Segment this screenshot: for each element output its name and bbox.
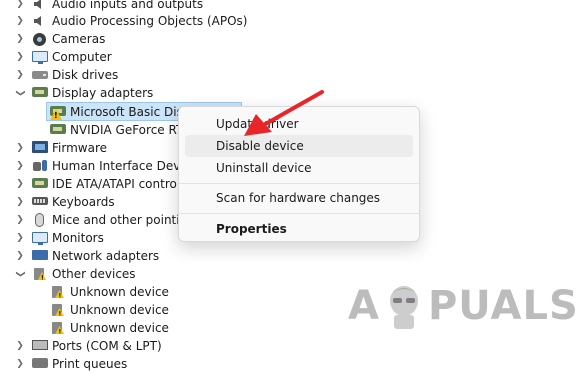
chevron-right-icon[interactable]: ❯ bbox=[14, 51, 26, 63]
watermark-mascot-icon bbox=[382, 281, 426, 331]
speaker-icon bbox=[32, 0, 48, 11]
watermark-text-right: PUALS bbox=[427, 283, 579, 329]
tree-item-display-adapters[interactable]: ❯ Display adapters bbox=[0, 84, 260, 102]
tree-item-label: Audio Processing Objects (APOs) bbox=[52, 14, 248, 28]
chevron-down-icon[interactable]: ❯ bbox=[14, 268, 26, 280]
printer-icon bbox=[32, 358, 48, 368]
tree-item-network-adapters[interactable]: ❯ Network adapters bbox=[0, 247, 260, 265]
tree-item-label: Other devices bbox=[52, 267, 136, 281]
monitor-icon bbox=[32, 51, 48, 64]
other-devices-icon: ! bbox=[32, 267, 48, 282]
warning-device-icon: ! bbox=[50, 321, 66, 336]
chevron-right-icon[interactable]: ❯ bbox=[14, 214, 26, 226]
tree-item-label: Monitors bbox=[52, 231, 104, 245]
chevron-right-icon[interactable]: ❯ bbox=[14, 196, 26, 208]
chevron-right-icon[interactable]: ❯ bbox=[14, 250, 26, 262]
menu-item-uninstall-device[interactable]: Uninstall device bbox=[185, 157, 413, 179]
tree-item-label: Network adapters bbox=[52, 249, 160, 263]
chevron-right-icon[interactable]: ❯ bbox=[14, 160, 26, 172]
tree-item-print-queues[interactable]: ❯ Print queues bbox=[0, 355, 260, 373]
tree-item-unknown-device[interactable]: ! Unknown device bbox=[0, 319, 260, 337]
display-adapter-icon bbox=[32, 87, 48, 97]
svg-text:!: ! bbox=[59, 311, 62, 318]
port-icon bbox=[32, 340, 48, 350]
chevron-right-icon[interactable]: ❯ bbox=[14, 358, 26, 370]
tree-item-label: Disk drives bbox=[52, 68, 119, 82]
svg-text:!: ! bbox=[41, 275, 44, 282]
watermark-text-left: A bbox=[348, 283, 380, 329]
chevron-right-icon[interactable]: ❯ bbox=[14, 0, 26, 10]
chevron-right-icon[interactable]: ❯ bbox=[14, 340, 26, 352]
tree-item-label: Unknown device bbox=[70, 303, 169, 317]
monitor-icon bbox=[32, 232, 48, 245]
warning-device-icon: ! bbox=[50, 285, 66, 300]
chevron-right-icon[interactable]: ❯ bbox=[14, 69, 26, 81]
warning-device-icon: ! bbox=[50, 303, 66, 318]
chevron-right-icon[interactable]: ❯ bbox=[14, 15, 26, 27]
svg-text:!: ! bbox=[59, 329, 62, 336]
mouse-icon bbox=[35, 213, 44, 227]
menu-separator bbox=[179, 213, 419, 214]
menu-separator bbox=[179, 183, 419, 184]
menu-item-disable-device[interactable]: Disable device bbox=[185, 135, 413, 157]
hid-icon bbox=[32, 159, 48, 173]
chevron-right-icon[interactable]: ❯ bbox=[14, 232, 26, 244]
chevron-right-icon[interactable]: ❯ bbox=[14, 178, 26, 190]
svg-text:!: ! bbox=[59, 293, 62, 300]
disk-drive-icon bbox=[32, 71, 48, 79]
context-menu: Update driver Disable device Uninstall d… bbox=[178, 106, 420, 242]
tree-item-label: Cameras bbox=[52, 32, 106, 46]
tree-item-other-devices[interactable]: ❯ ! Other devices bbox=[0, 265, 260, 283]
tree-item-label: Ports (COM & LPT) bbox=[52, 339, 162, 353]
tree-item-label: Keyboards bbox=[52, 195, 115, 209]
tree-item-cameras[interactable]: ❯ Cameras bbox=[0, 30, 260, 48]
tree-item-label: Audio inputs and outputs bbox=[52, 0, 204, 11]
speaker-icon bbox=[32, 14, 48, 28]
chip-icon bbox=[32, 141, 48, 153]
warning-exclamation: ! bbox=[54, 111, 58, 120]
tree-item-ports[interactable]: ❯ Ports (COM & LPT) bbox=[0, 337, 260, 355]
tree-item-apos[interactable]: ❯ Audio Processing Objects (APOs) bbox=[0, 12, 260, 30]
menu-item-scan-hardware[interactable]: Scan for hardware changes bbox=[185, 187, 413, 209]
camera-icon bbox=[33, 33, 46, 46]
tree-item-label: NVIDIA GeForce RTX bbox=[70, 123, 192, 137]
tree-item-label: Display adapters bbox=[52, 86, 154, 100]
tree-item-label: Computer bbox=[52, 50, 112, 64]
tree-item-computer[interactable]: ❯ Computer bbox=[0, 48, 260, 66]
network-icon bbox=[32, 250, 48, 260]
tree-item-unknown-device[interactable]: ! Unknown device bbox=[0, 301, 260, 319]
controller-icon bbox=[32, 178, 48, 188]
chevron-right-icon[interactable]: ❯ bbox=[14, 142, 26, 154]
keyboard-icon bbox=[32, 197, 48, 205]
tree-item-disk-drives[interactable]: ❯ Disk drives bbox=[0, 66, 260, 84]
chevron-right-icon[interactable]: ❯ bbox=[14, 33, 26, 45]
tree-item-label: Unknown device bbox=[70, 285, 169, 299]
tree-item-unknown-device[interactable]: ! Unknown device bbox=[0, 283, 260, 301]
tree-item-label: Unknown device bbox=[70, 321, 169, 335]
watermark-logo: A PUALS bbox=[348, 276, 578, 336]
tree-item-label: Print queues bbox=[52, 357, 128, 371]
menu-item-update-driver[interactable]: Update driver bbox=[185, 113, 413, 135]
tree-item-label: Firmware bbox=[52, 141, 107, 155]
display-adapter-icon bbox=[50, 124, 66, 134]
menu-item-properties[interactable]: Properties bbox=[185, 218, 413, 240]
chevron-down-icon[interactable]: ❯ bbox=[14, 87, 26, 99]
